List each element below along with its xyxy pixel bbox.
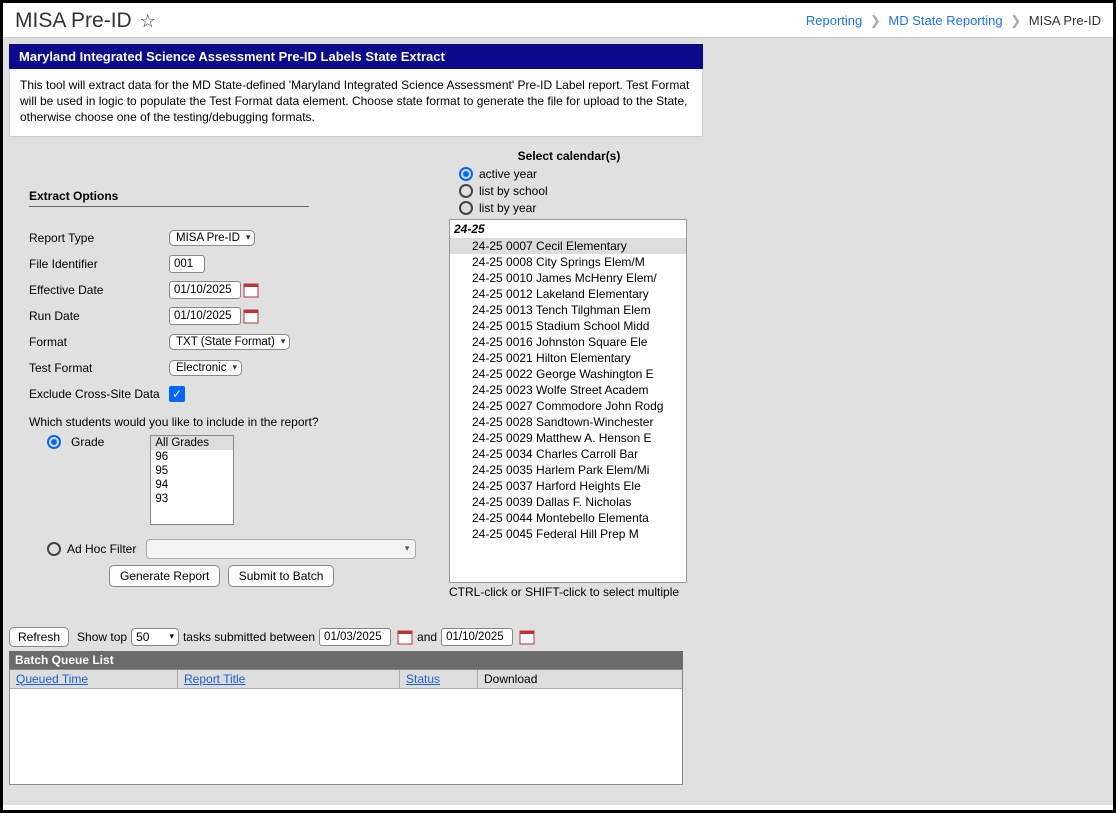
chevron-down-icon: ▾ bbox=[233, 362, 238, 373]
select-calendars-heading: Select calendar(s) bbox=[449, 149, 689, 163]
col-report-title[interactable]: Report Title bbox=[178, 670, 400, 688]
breadcrumb-md-state-reporting[interactable]: MD State Reporting bbox=[888, 13, 1002, 28]
calendar-item[interactable]: 24-25 0027 Commodore John Rodg bbox=[450, 398, 686, 414]
calendar-item[interactable]: 24-25 0039 Dallas F. Nicholas bbox=[450, 494, 686, 510]
include-students-question: Which students would you like to include… bbox=[29, 415, 429, 429]
effective-date-label: Effective Date bbox=[29, 283, 169, 297]
refresh-button[interactable]: Refresh bbox=[9, 627, 69, 647]
tasks-between-label: tasks submitted between bbox=[183, 630, 315, 644]
show-top-value: 50 bbox=[136, 630, 149, 644]
calendar-item[interactable]: 24-25 0029 Matthew A. Henson E bbox=[450, 430, 686, 446]
calendar-item[interactable]: 24-25 0022 George Washington E bbox=[450, 366, 686, 382]
description-text: This tool will extract data for the MD S… bbox=[9, 69, 703, 137]
col-download: Download bbox=[478, 670, 682, 688]
calendar-year-header: 24-25 bbox=[450, 220, 686, 238]
calendar-item[interactable]: 24-25 0008 City Springs Elem/M bbox=[450, 254, 686, 270]
calendar-icon[interactable] bbox=[519, 629, 535, 645]
grade-option[interactable]: 96 bbox=[151, 450, 233, 464]
submit-to-batch-button[interactable]: Submit to Batch bbox=[228, 565, 335, 587]
and-label: and bbox=[417, 630, 437, 644]
calendar-listbox[interactable]: 24-25 24-25 0007 Cecil Elementary24-25 0… bbox=[449, 219, 687, 583]
batch-date-to-input[interactable] bbox=[441, 628, 513, 646]
list-by-school-radio[interactable] bbox=[459, 184, 473, 198]
calendar-item[interactable]: 24-25 0010 James McHenry Elem/ bbox=[450, 270, 686, 286]
format-value: TXT (State Format) bbox=[176, 336, 275, 348]
grade-option-all[interactable]: All Grades bbox=[151, 436, 233, 450]
run-date-label: Run Date bbox=[29, 309, 169, 323]
report-type-value: MISA Pre-ID bbox=[176, 232, 240, 244]
calendar-item[interactable]: 24-25 0044 Montebello Elementa bbox=[450, 510, 686, 526]
calendar-icon[interactable] bbox=[397, 629, 413, 645]
chevron-down-icon: ▾ bbox=[246, 232, 251, 243]
grade-option[interactable]: 93 bbox=[151, 492, 233, 506]
calendar-item[interactable]: 24-25 0035 Harlem Park Elem/Mi bbox=[450, 462, 686, 478]
grade-listbox[interactable]: All Grades 96 95 94 93 bbox=[150, 435, 234, 525]
multiselect-hint: CTRL-click or SHIFT-click to select mult… bbox=[449, 585, 689, 599]
generate-report-button[interactable]: Generate Report bbox=[109, 565, 220, 587]
chevron-right-icon: ❯ bbox=[1010, 13, 1021, 28]
format-label: Format bbox=[29, 335, 169, 349]
calendar-item[interactable]: 24-25 0034 Charles Carroll Bar bbox=[450, 446, 686, 462]
grade-option[interactable]: 94 bbox=[151, 478, 233, 492]
calendar-icon[interactable] bbox=[243, 308, 259, 324]
list-by-school-label: list by school bbox=[479, 184, 548, 198]
calendar-item[interactable]: 24-25 0037 Harford Heights Ele bbox=[450, 478, 686, 494]
section-subtitle: Maryland Integrated Science Assessment P… bbox=[9, 44, 703, 69]
calendar-item[interactable]: 24-25 0021 Hilton Elementary bbox=[450, 350, 686, 366]
calendar-item[interactable]: 24-25 0007 Cecil Elementary bbox=[450, 238, 686, 254]
chevron-down-icon: ▾ bbox=[169, 631, 174, 642]
calendar-item[interactable]: 24-25 0013 Tench Tilghman Elem bbox=[450, 302, 686, 318]
calendar-item[interactable]: 24-25 0012 Lakeland Elementary bbox=[450, 286, 686, 302]
test-format-value: Electronic bbox=[176, 362, 227, 374]
report-type-label: Report Type bbox=[29, 231, 169, 245]
adhoc-filter-radio[interactable] bbox=[47, 542, 61, 556]
breadcrumb: Reporting ❯ MD State Reporting ❯ MISA Pr… bbox=[806, 13, 1101, 29]
grade-label: Grade bbox=[71, 435, 104, 449]
grade-radio[interactable] bbox=[47, 435, 61, 449]
page-title: MISA Pre-ID bbox=[15, 9, 132, 33]
chevron-right-icon: ❯ bbox=[870, 13, 881, 28]
exclude-cross-site-checkbox[interactable]: ✓ bbox=[169, 386, 185, 402]
format-select[interactable]: TXT (State Format) ▾ bbox=[169, 334, 290, 350]
col-queued-time[interactable]: Queued Time bbox=[10, 670, 178, 688]
breadcrumb-reporting[interactable]: Reporting bbox=[806, 13, 862, 28]
calendar-item[interactable]: 24-25 0045 Federal Hill Prep M bbox=[450, 526, 686, 542]
active-year-radio[interactable] bbox=[459, 167, 473, 181]
show-top-label: Show top bbox=[77, 630, 127, 644]
favorite-star-icon[interactable]: ☆ bbox=[140, 11, 156, 32]
list-by-year-radio[interactable] bbox=[459, 201, 473, 215]
effective-date-input[interactable] bbox=[169, 281, 241, 299]
breadcrumb-current: MISA Pre-ID bbox=[1029, 13, 1101, 28]
report-type-select[interactable]: MISA Pre-ID ▾ bbox=[169, 230, 255, 246]
calendar-icon[interactable] bbox=[243, 282, 259, 298]
show-top-select[interactable]: 50 ▾ bbox=[131, 628, 179, 646]
col-status[interactable]: Status bbox=[400, 670, 478, 688]
list-by-year-label: list by year bbox=[479, 201, 536, 215]
calendar-item[interactable]: 24-25 0015 Stadium School Midd bbox=[450, 318, 686, 334]
batch-queue-heading: Batch Queue List bbox=[9, 651, 683, 669]
chevron-down-icon: ▾ bbox=[281, 336, 286, 347]
adhoc-filter-label: Ad Hoc Filter bbox=[67, 542, 136, 556]
calendar-item[interactable]: 24-25 0023 Wolfe Street Academ bbox=[450, 382, 686, 398]
adhoc-filter-select[interactable]: ▾ bbox=[146, 539, 416, 559]
grade-option[interactable]: 95 bbox=[151, 464, 233, 478]
exclude-cross-site-label: Exclude Cross-Site Data bbox=[29, 387, 169, 401]
file-identifier-label: File Identifier bbox=[29, 257, 169, 271]
test-format-label: Test Format bbox=[29, 361, 169, 375]
test-format-select[interactable]: Electronic ▾ bbox=[169, 360, 242, 376]
batch-queue-table: Queued Time Report Title Status Download bbox=[9, 669, 683, 785]
calendar-item[interactable]: 24-25 0028 Sandtown-Winchester bbox=[450, 414, 686, 430]
run-date-input[interactable] bbox=[169, 307, 241, 325]
extract-options-heading: Extract Options bbox=[29, 189, 309, 207]
calendar-item[interactable]: 24-25 0016 Johnston Square Ele bbox=[450, 334, 686, 350]
active-year-label: active year bbox=[479, 167, 537, 181]
batch-date-from-input[interactable] bbox=[319, 628, 391, 646]
file-identifier-input[interactable] bbox=[169, 255, 205, 273]
